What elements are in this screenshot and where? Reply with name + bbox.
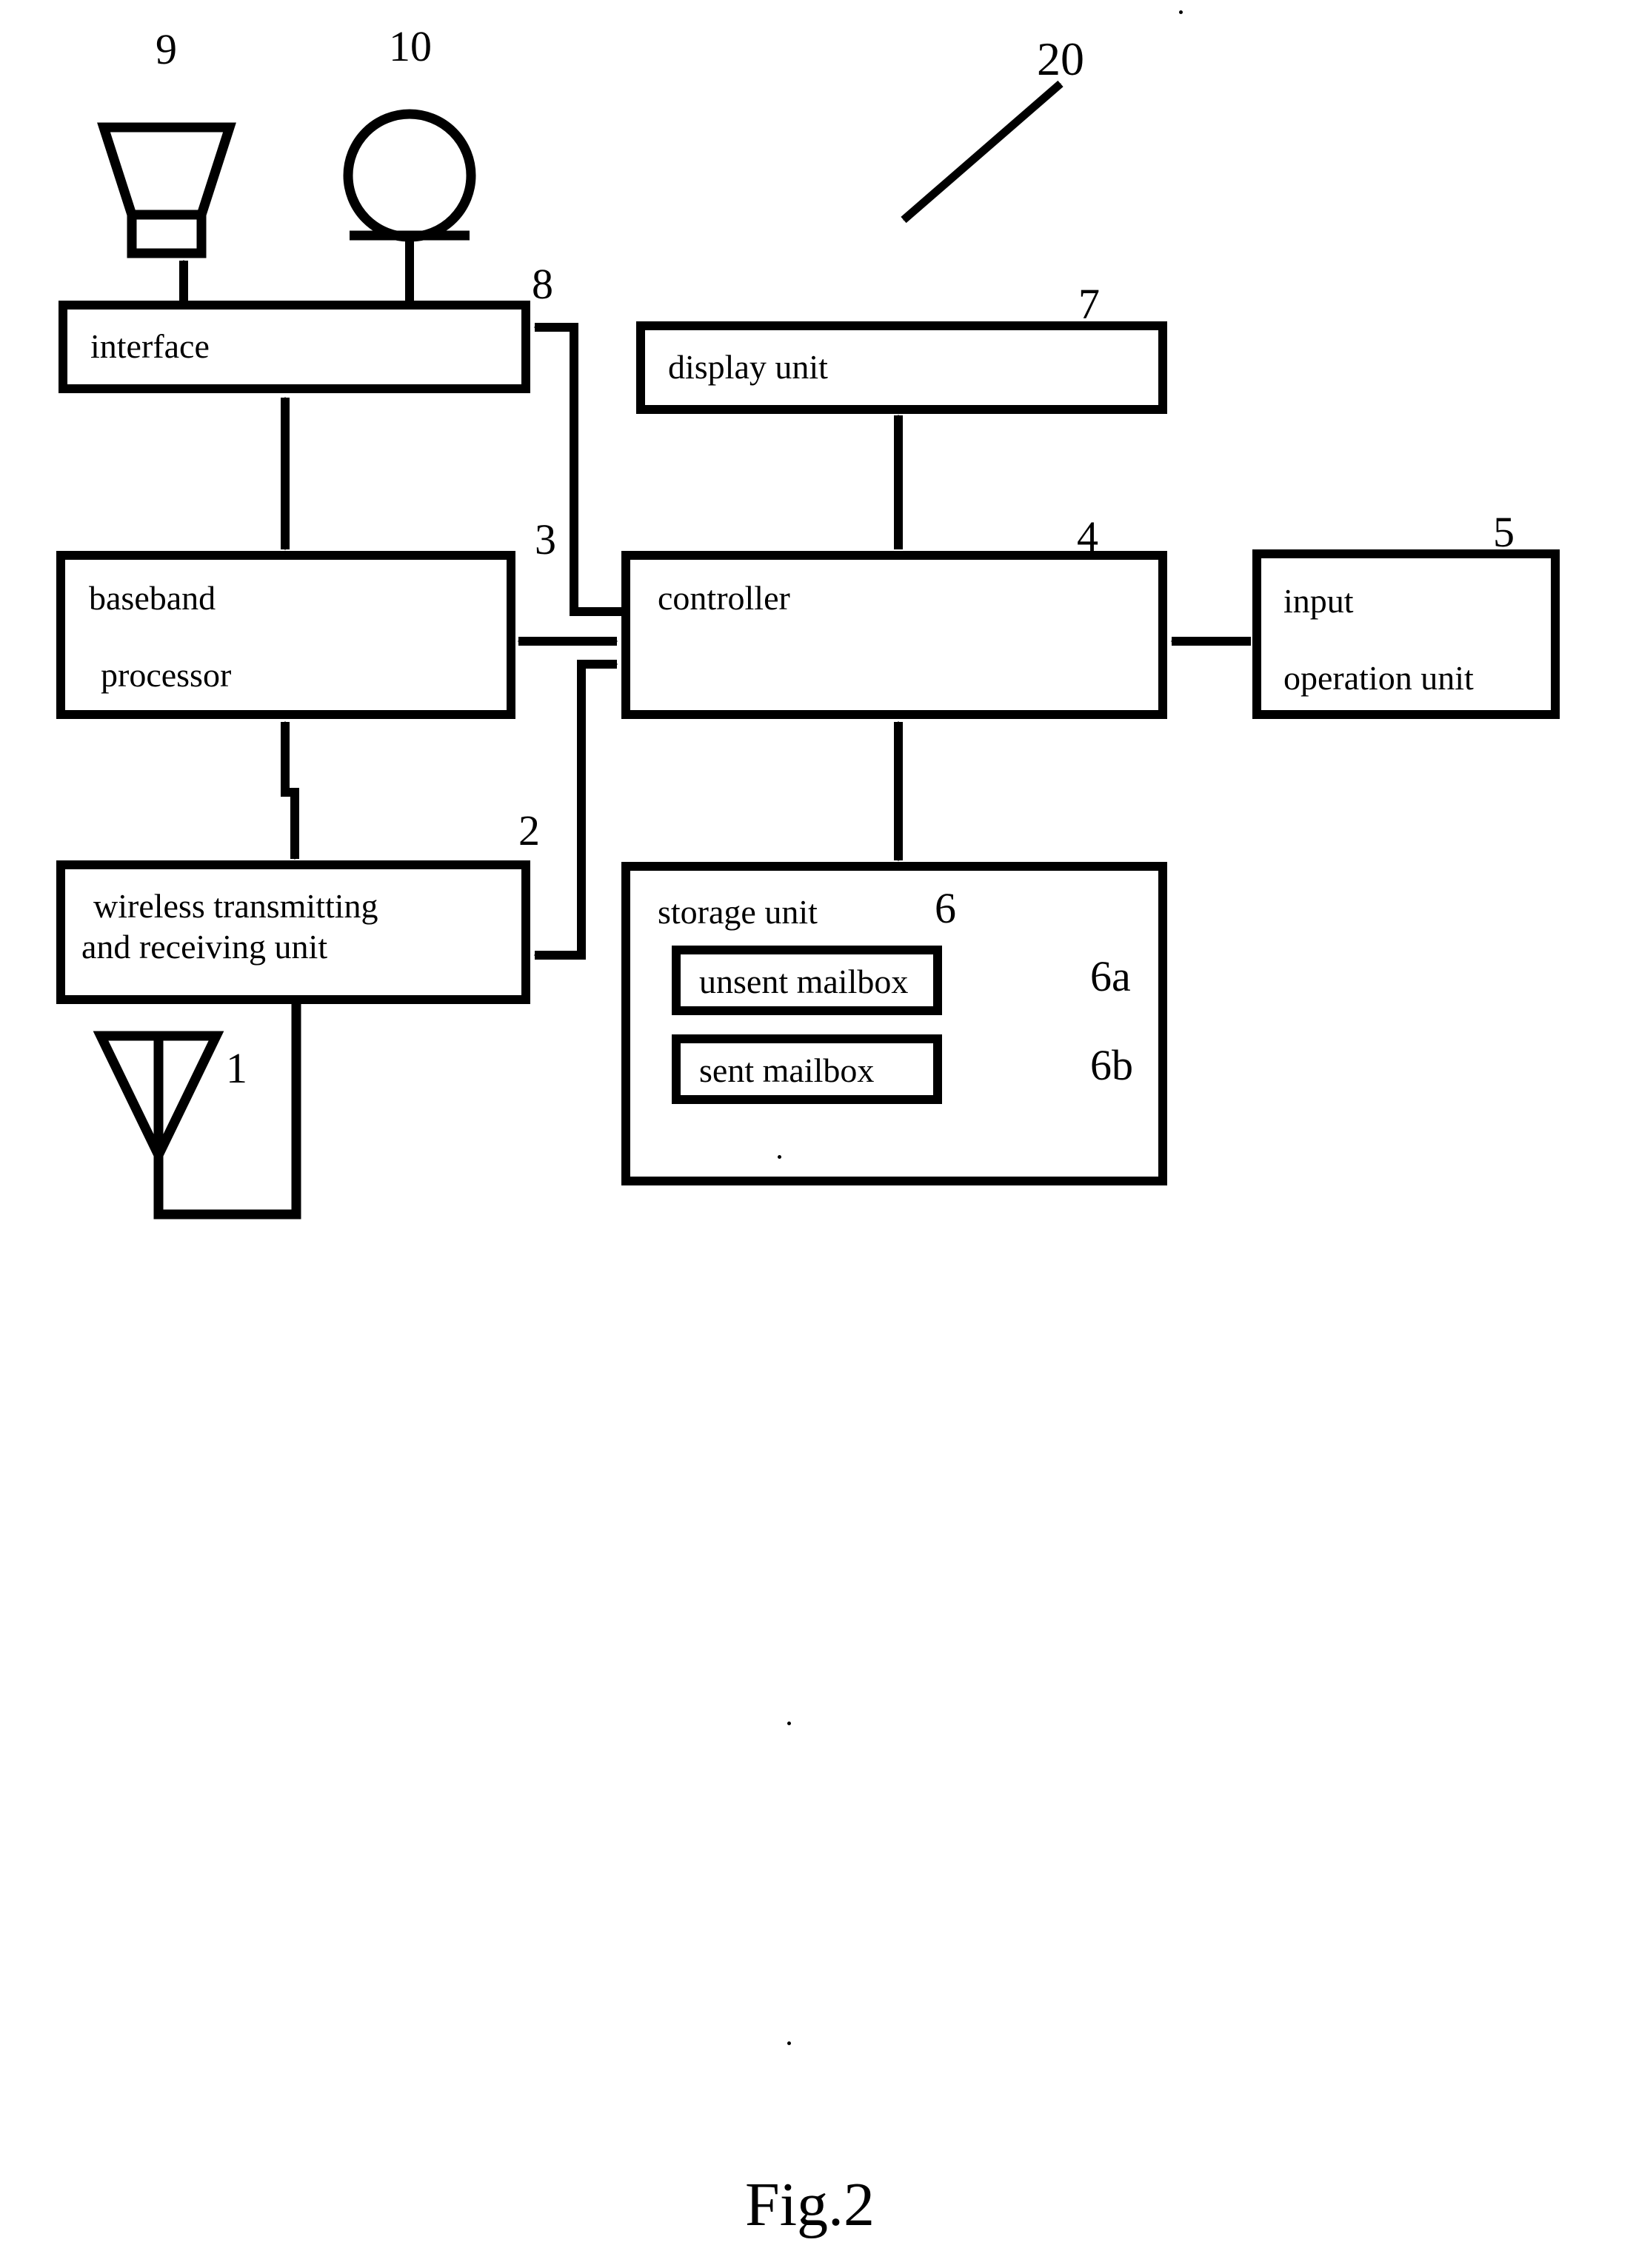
connector-controller-wireless [533, 660, 618, 960]
controller-label: controller [658, 579, 790, 617]
ref-num-speaker: 9 [156, 25, 177, 73]
connector-baseband-wireless [281, 720, 299, 860]
patent-figure: 9 10 1 20 interface 8 display unit 7 bas… [0, 0, 1636, 2268]
speaker-icon [97, 122, 236, 258]
scan-speck [1179, 10, 1183, 14]
ref-num-display: 7 [1078, 280, 1100, 328]
unsent-mailbox-label: unsent mailbox [699, 963, 909, 1000]
figure-drawing-canvas [56, 80, 1560, 1220]
ref-num-baseband: 3 [535, 515, 556, 563]
input-label-line1: input [1283, 582, 1354, 620]
connector-controller-interface [533, 323, 626, 616]
input-label-line2: operation unit [1283, 659, 1474, 697]
antenna-icon [93, 1001, 301, 1220]
scan-speck [778, 1155, 781, 1159]
ref-num-system: 20 [1037, 33, 1084, 85]
storage-unit-label: storage unit [658, 893, 818, 931]
interface-label: interface [90, 327, 210, 365]
ref-num-storage: 6 [935, 884, 956, 932]
ref-num-wireless: 2 [518, 806, 540, 854]
ref-num-antenna: 1 [226, 1044, 247, 1092]
scan-speck [787, 2041, 791, 2045]
figure-caption: Fig.2 [745, 2170, 875, 2239]
wireless-label-line1: wireless transmitting [93, 887, 378, 925]
scan-speck [787, 1722, 791, 1725]
baseband-label-line2: processor [101, 656, 232, 694]
ref-num-unsent-mailbox: 6a [1090, 952, 1131, 1000]
ref-num-sent-mailbox: 6b [1090, 1041, 1133, 1089]
ref-num-microphone: 10 [389, 22, 432, 70]
baseband-label-line1: baseband [89, 579, 216, 617]
ref-num-interface: 8 [532, 260, 553, 308]
sent-mailbox-label: sent mailbox [699, 1051, 875, 1089]
ref-num-input: 5 [1493, 508, 1515, 556]
system-leader-arrow [901, 80, 1064, 224]
microphone-icon [343, 109, 476, 242]
display-unit-label: display unit [668, 348, 828, 386]
wireless-label-line2: and receiving unit [81, 928, 328, 966]
ref-num-controller: 4 [1077, 512, 1098, 561]
